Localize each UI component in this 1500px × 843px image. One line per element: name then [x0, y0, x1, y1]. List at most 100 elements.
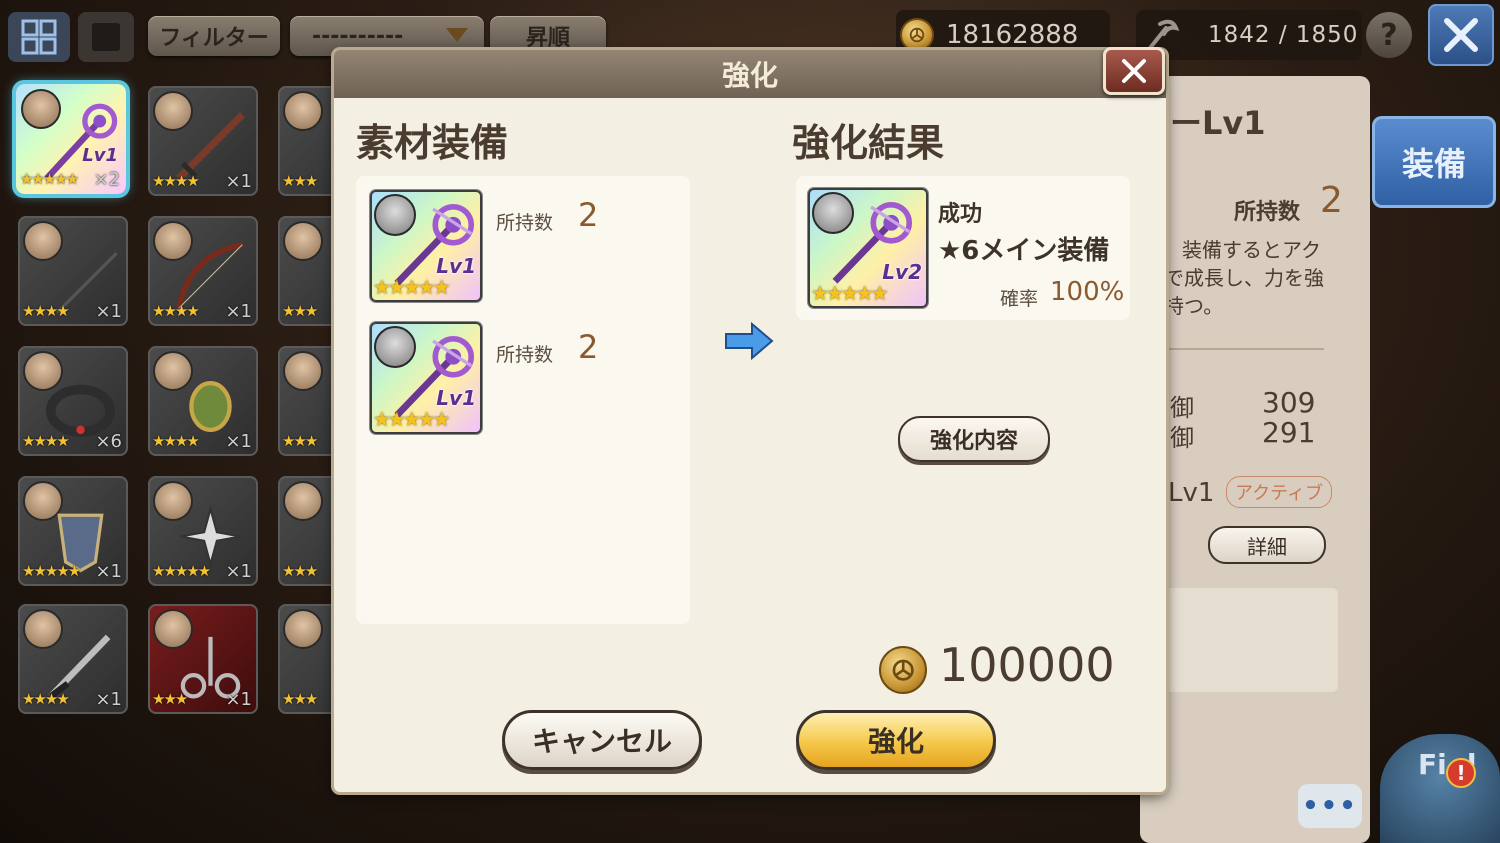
item-stars: ★★★ — [152, 690, 188, 708]
inventory-item[interactable]: ★★★★ ×1 — [18, 216, 128, 326]
inventory-item[interactable]: ★★★★ ×1 — [148, 346, 258, 456]
inventory-item[interactable]: ★★★★★ ×1 — [148, 476, 258, 586]
equipment-level: Lv2 — [882, 260, 922, 284]
enhance-label: 強化 — [867, 725, 924, 758]
enhance-dialog: 強化 素材装備 強化結果 Lv1 ★★★★★ 所持数 2 Lv1 ★★★★★ 所… — [334, 50, 1166, 792]
skill-box — [1164, 588, 1338, 692]
item-level: Lv1 — [82, 145, 118, 166]
inventory-item[interactable]: ★★★★ ×1 — [148, 216, 258, 326]
dialog-header: 強化 — [334, 50, 1166, 98]
equipment-thumbnail: Lv1 ★★★★★ — [370, 190, 482, 302]
material-section-title: 素材装備 — [356, 121, 509, 165]
owned-label: 所持数 — [496, 344, 554, 366]
item-stars: ★★★ — [282, 690, 318, 708]
item-stars: ★★★ — [282, 302, 318, 320]
enhance-details-button[interactable]: 強化内容 — [898, 416, 1050, 462]
item-stars: ★★★ — [282, 562, 318, 580]
item-count: ×1 — [225, 561, 252, 582]
equipment-stars: ★★★★★ — [373, 275, 451, 299]
equipment-stars: ★★★★★ — [811, 281, 889, 305]
close-icon — [1444, 18, 1478, 52]
gold-amount: 18162888 — [946, 20, 1079, 50]
material-list: Lv1 ★★★★★ 所持数 2 Lv1 ★★★★★ 所持数 2 — [356, 176, 690, 624]
item-stars: ★★★★ — [152, 172, 200, 190]
inventory-item[interactable]: ★★★★ ×1 — [18, 604, 128, 714]
item-stars: ★★★★★ — [22, 562, 81, 580]
owned-label: 所持数 — [496, 212, 554, 234]
item-stars: ★★★★ — [152, 432, 200, 450]
inventory-item[interactable]: ★★★ ×1 — [148, 604, 258, 714]
equipment-thumbnail: Lv2 ★★★★★ — [808, 188, 928, 308]
help-button[interactable]: ? — [1366, 12, 1412, 58]
grid-icon — [21, 19, 57, 55]
skill-level: Lv1 — [1168, 478, 1215, 508]
filter-button[interactable]: フィルター — [148, 16, 280, 56]
character-portrait — [283, 609, 323, 649]
inventory-item[interactable]: ★★★★ ×6 — [18, 346, 128, 456]
item-count: ×2 — [93, 169, 120, 190]
stat-label: 御 — [1170, 424, 1194, 452]
character-portrait — [283, 91, 323, 131]
result-card: Lv2 ★★★★★ 成功 ★6メイン装備 確率 100% — [796, 176, 1130, 320]
equip-button[interactable]: 装備 — [1372, 116, 1496, 208]
equipment-stars: ★★★★★ — [373, 407, 451, 431]
item-count: ×1 — [225, 431, 252, 452]
item-stars: ★★★ — [282, 432, 318, 450]
item-stars: ★★★★ — [22, 690, 70, 708]
filter-label: フィルター — [159, 26, 269, 51]
item-stars: ★★★★★ — [152, 562, 211, 580]
owned-value: 2 — [578, 196, 599, 234]
chat-button[interactable]: ••• — [1298, 784, 1362, 828]
inventory-item[interactable]: Lv1 ★★★★★ ×2 — [16, 84, 126, 194]
description-line: 持つ。 — [1164, 294, 1224, 318]
stat-value: 291 — [1262, 416, 1316, 449]
close-screen-button[interactable] — [1428, 4, 1494, 66]
item-count: ×1 — [225, 171, 252, 192]
close-icon — [1122, 59, 1146, 83]
chevron-down-icon — [446, 28, 468, 42]
square-icon — [92, 23, 120, 51]
description-line: で成長し、力を強 — [1164, 266, 1324, 290]
dialog-close-button[interactable] — [1103, 47, 1165, 95]
cancel-button[interactable]: キャンセル — [502, 710, 702, 770]
cost-value: 100000 — [939, 638, 1115, 692]
equipment-thumbnail: Lv1 ★★★★★ — [370, 322, 482, 434]
skill-detail-label: 詳細 — [1247, 534, 1287, 559]
item-count: ×1 — [95, 301, 122, 322]
item-stars: ★★★★ — [152, 302, 200, 320]
owned-label: 所持数 — [1234, 200, 1301, 225]
dialog-title: 強化 — [721, 59, 778, 92]
arrow-right-icon — [725, 322, 774, 360]
result-item-name: ★6メイン装備 — [938, 236, 1110, 266]
divider — [1164, 348, 1324, 350]
character-portrait — [283, 481, 323, 521]
result-status: 成功 — [938, 202, 983, 227]
item-count: ×1 — [225, 689, 252, 710]
owned-value: 2 — [1320, 180, 1343, 221]
item-count: ×1 — [95, 689, 122, 710]
item-stars: ★★★★ — [22, 302, 70, 320]
description-line: 装備するとアク — [1182, 238, 1321, 262]
success-rate-label: 確率 — [1000, 288, 1039, 310]
gold-coin-icon — [879, 646, 927, 694]
grid-view-button[interactable] — [8, 12, 70, 62]
enhance-details-label: 強化内容 — [929, 429, 1018, 454]
sort-select-value: ---------- — [312, 23, 404, 49]
inventory-item[interactable]: ★★★★ ×1 — [148, 86, 258, 196]
material-item[interactable]: Lv1 ★★★★★ 所持数 2 — [370, 322, 680, 434]
item-count: ×6 — [95, 431, 122, 452]
chat-icon: ••• — [1302, 791, 1358, 821]
skill-detail-button[interactable]: 詳細 — [1208, 526, 1326, 564]
enhance-button[interactable]: 強化 — [796, 710, 996, 770]
alert-icon: ! — [1456, 761, 1466, 785]
result-section-title: 強化結果 — [792, 121, 945, 165]
material-item[interactable]: Lv1 ★★★★★ 所持数 2 — [370, 190, 680, 302]
inventory-item[interactable]: ★★★★★ ×1 — [18, 476, 128, 586]
list-view-button[interactable] — [78, 12, 134, 62]
item-stars: ★★★★★ — [20, 170, 79, 188]
item-stars: ★★★ — [282, 172, 318, 190]
character-portrait — [283, 351, 323, 391]
owned-value: 2 — [578, 328, 599, 366]
enhance-cost: 100000 — [879, 638, 1115, 694]
equip-label: 装備 — [1401, 145, 1466, 183]
